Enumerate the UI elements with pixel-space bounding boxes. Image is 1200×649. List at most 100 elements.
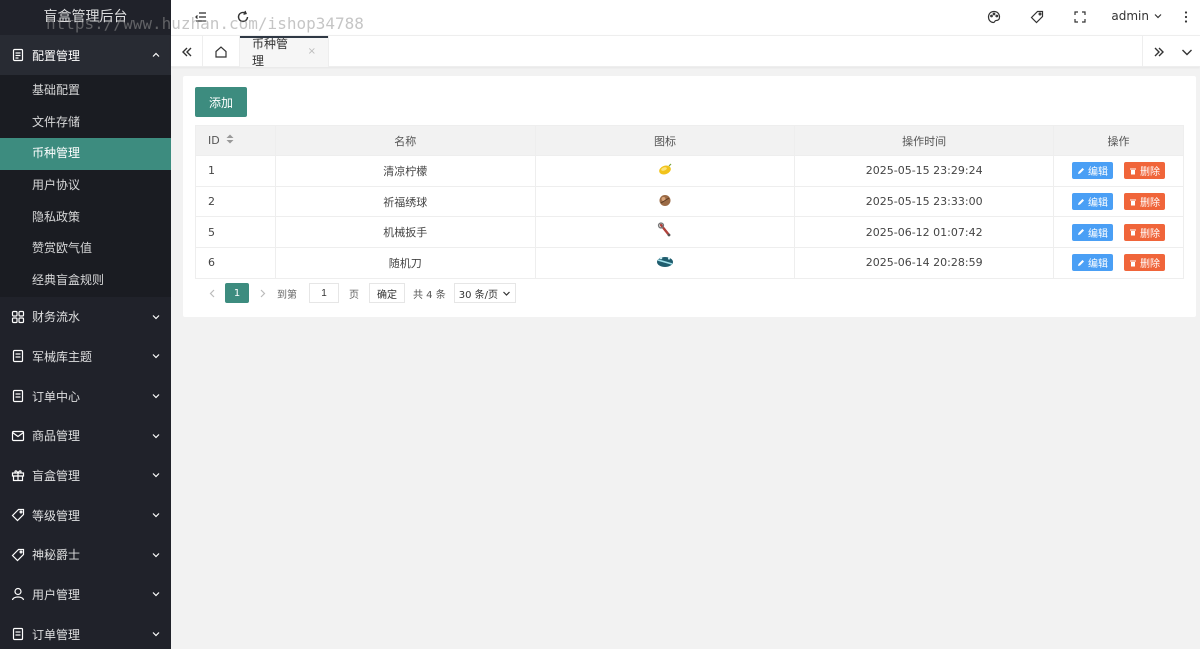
page-size-select[interactable]: 30 条/页 xyxy=(453,283,517,303)
prev-page-button[interactable] xyxy=(203,283,221,303)
pencil-icon xyxy=(1078,198,1085,205)
cell-actions: 编辑 删除 xyxy=(1053,247,1184,279)
user-menu[interactable]: admin xyxy=(1111,9,1163,23)
chevron-right-icon xyxy=(260,289,265,297)
cell-icon xyxy=(534,247,796,279)
add-button[interactable]: 添加 xyxy=(195,87,247,117)
sidebar-group-levels[interactable]: 等级管理 xyxy=(0,495,171,535)
edit-button[interactable]: 编辑 xyxy=(1072,223,1114,241)
sidebar-group-blindbox[interactable]: 盲盒管理 xyxy=(0,456,171,496)
cell-time: 2025-05-15 23:33:00 xyxy=(794,185,1055,218)
sidebar-group-label: 军械库主题 xyxy=(32,349,93,364)
knife-icon xyxy=(655,252,675,273)
column-header-name: 名称 xyxy=(274,125,536,156)
delete-label: 删除 xyxy=(1140,167,1161,179)
chevron-down-icon xyxy=(151,589,161,599)
chevron-down-icon xyxy=(151,470,161,480)
theme-palette-icon[interactable] xyxy=(986,9,1002,25)
edit-label: 编辑 xyxy=(1088,228,1109,240)
home-tab[interactable] xyxy=(203,36,240,67)
column-header-icon: 图标 xyxy=(534,125,796,156)
table-row: 6 随机刀 2025-06-14 20:28:59 编辑 删除 xyxy=(195,247,1184,279)
cell-id: 6 xyxy=(195,247,276,279)
table-header-row: ID 名称 图标 操作时间 操作 xyxy=(195,125,1184,156)
sort-icon[interactable] xyxy=(226,134,234,147)
cell-id: 1 xyxy=(195,155,276,187)
doc-icon xyxy=(11,349,25,363)
tabs-menu-button[interactable] xyxy=(1174,36,1200,67)
sidebar-item-appreciation[interactable]: 赞赏欧气值 xyxy=(0,233,171,265)
collapse-menu-icon[interactable] xyxy=(193,9,209,25)
sidebar-item-privacy[interactable]: 隐私政策 xyxy=(0,202,171,234)
double-chevron-right-icon xyxy=(1154,47,1164,56)
column-header-actions: 操作 xyxy=(1053,125,1184,156)
tab-label: 币种管理 xyxy=(252,36,289,68)
sidebar-group-mystery[interactable]: 神秘爵士 xyxy=(0,535,171,575)
top-header: admin xyxy=(171,0,1200,35)
cell-id: 5 xyxy=(195,216,276,249)
next-page-button[interactable] xyxy=(253,283,271,303)
grid-icon xyxy=(11,310,25,324)
more-vertical-icon[interactable] xyxy=(1178,9,1194,25)
trash-icon xyxy=(1130,229,1137,236)
sidebar-group-armory[interactable]: 军械库主题 xyxy=(0,337,171,377)
goto-confirm-button[interactable]: 确定 xyxy=(369,283,405,303)
user-icon xyxy=(11,587,25,601)
goto-page-input[interactable] xyxy=(309,283,339,303)
tag-icon xyxy=(11,548,25,562)
delete-button[interactable]: 删除 xyxy=(1124,223,1166,241)
delete-button[interactable]: 删除 xyxy=(1124,254,1166,272)
page-label: 页 xyxy=(349,289,359,301)
table-row: 1 清凉柠檬 2025-05-15 23:29:24 编辑 删除 xyxy=(195,155,1184,187)
edit-button[interactable]: 编辑 xyxy=(1072,254,1114,272)
tabs-scroll-right-button[interactable] xyxy=(1142,36,1174,67)
cell-icon xyxy=(534,216,796,249)
sidebar-item-basic-config[interactable]: 基础配置 xyxy=(0,75,171,107)
fullscreen-icon[interactable] xyxy=(1072,9,1088,25)
sidebar-group-order-center[interactable]: 订单中心 xyxy=(0,376,171,416)
trash-icon xyxy=(1130,260,1137,267)
sidebar-group-label: 用户管理 xyxy=(32,587,81,602)
delete-label: 删除 xyxy=(1140,259,1161,271)
delete-label: 删除 xyxy=(1140,198,1161,210)
mail-icon xyxy=(11,429,25,443)
sidebar-item-box-rules[interactable]: 经典盲盒规则 xyxy=(0,265,171,297)
sidebar-group-label: 配置管理 xyxy=(32,48,81,63)
chevron-left-icon xyxy=(209,289,214,297)
table-row: 2 祈福绣球 2025-05-15 23:33:00 编辑 删除 xyxy=(195,185,1184,218)
chevron-down-icon xyxy=(151,510,161,520)
refresh-icon[interactable] xyxy=(235,9,251,25)
edit-button[interactable]: 编辑 xyxy=(1072,162,1114,180)
delete-button[interactable]: 删除 xyxy=(1124,162,1166,180)
sidebar-item-user-agreement[interactable]: 用户协议 xyxy=(0,170,171,202)
delete-label: 删除 xyxy=(1140,228,1161,240)
close-icon[interactable]: × xyxy=(308,46,316,57)
delete-button[interactable]: 删除 xyxy=(1124,193,1166,211)
chevron-down-icon xyxy=(503,291,510,296)
pencil-icon xyxy=(1078,167,1085,174)
sidebar-group-products[interactable]: 商品管理 xyxy=(0,416,171,456)
tag-icon[interactable] xyxy=(1029,9,1045,25)
chevron-down-icon xyxy=(151,351,161,361)
pagination: 1 到第 页 确定 共 4 条 30 条/页 xyxy=(203,283,517,303)
doc-icon xyxy=(11,389,25,403)
current-page[interactable]: 1 xyxy=(225,283,249,303)
sidebar-item-currency[interactable]: 币种管理 xyxy=(0,138,171,171)
trash-icon xyxy=(1130,199,1137,206)
edit-button[interactable]: 编辑 xyxy=(1072,193,1114,211)
column-header-id[interactable]: ID xyxy=(195,125,276,156)
doc-icon xyxy=(11,627,25,641)
tabs-scroll-left-button[interactable] xyxy=(171,36,203,67)
sidebar-group-config[interactable]: 配置管理 xyxy=(0,35,171,75)
username: admin xyxy=(1111,9,1149,23)
content-card: 添加 ID 名称 图标 操作时间 操作 1 清凉柠檬 2025-05-15 23… xyxy=(183,76,1196,317)
tab-currency[interactable]: 币种管理 × xyxy=(240,36,329,68)
edit-label: 编辑 xyxy=(1088,198,1109,210)
sidebar-item-file-storage[interactable]: 文件存储 xyxy=(0,107,171,139)
cell-name: 祈福绣球 xyxy=(274,185,536,218)
column-header-label: ID xyxy=(208,133,220,147)
sidebar-group-label: 商品管理 xyxy=(32,429,81,444)
sidebar-group-finance[interactable]: 财务流水 xyxy=(0,297,171,337)
sidebar-group-orders[interactable]: 订单管理 xyxy=(0,614,171,649)
sidebar-group-users[interactable]: 用户管理 xyxy=(0,575,171,615)
